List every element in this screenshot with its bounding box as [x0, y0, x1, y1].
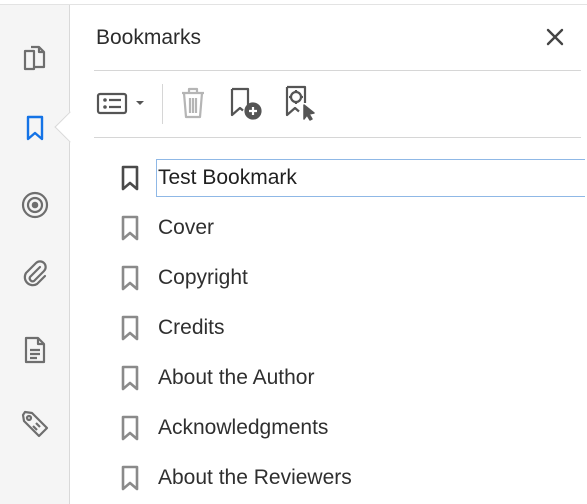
- close-button[interactable]: [540, 24, 570, 54]
- bookmark-label: About the Reviewers: [158, 466, 352, 489]
- find-current-bookmark-icon: [281, 84, 321, 127]
- attachment-icon: [21, 259, 49, 289]
- bookmark-item[interactable]: About the Reviewers: [118, 458, 587, 498]
- bookmark-icon: [118, 163, 142, 193]
- bookmark-icon: [25, 114, 45, 142]
- options-menu-button[interactable]: [94, 86, 154, 124]
- delete-bookmark-button[interactable]: [174, 86, 212, 124]
- bookmark-icon: [118, 213, 142, 243]
- bookmark-item[interactable]: About the Author: [118, 358, 587, 398]
- bookmark-label: Cover: [158, 216, 215, 239]
- close-icon: [545, 27, 565, 52]
- header-divider: [94, 70, 581, 71]
- panel-title: Bookmarks: [96, 26, 202, 49]
- bookmark-item[interactable]: Cover: [118, 208, 587, 248]
- bookmarks-button[interactable]: [13, 106, 57, 150]
- top-divider: [0, 4, 587, 5]
- find-current-bookmark-button[interactable]: [280, 84, 322, 127]
- bookmarks-sidebar: Bookmarks Test Bookmark Cover Copyright …: [0, 0, 587, 504]
- bookmark-label: Credits: [158, 316, 225, 339]
- page-thumbnails-button[interactable]: [13, 36, 57, 80]
- destinations-button[interactable]: [13, 183, 57, 227]
- bookmark-label: Test Bookmark: [156, 159, 585, 197]
- bookmark-label: Copyright: [158, 266, 248, 289]
- attachments-button[interactable]: [13, 252, 57, 296]
- target-icon: [20, 190, 50, 220]
- tag-icon: [19, 408, 51, 440]
- bookmark-label: Acknowledgments: [158, 416, 329, 439]
- bookmark-icon: [118, 263, 142, 293]
- new-bookmark-icon: [227, 85, 267, 126]
- options-menu-icon: [96, 90, 152, 121]
- bookmark-icon: [118, 463, 142, 493]
- bookmark-item[interactable]: Copyright: [118, 258, 587, 298]
- trash-icon: [178, 86, 208, 125]
- toolbar-separator: [162, 84, 163, 124]
- bookmark-icon: [118, 413, 142, 443]
- new-bookmark-button[interactable]: [226, 86, 268, 124]
- toolbar-divider: [94, 137, 581, 138]
- bookmark-icon: [118, 313, 142, 343]
- bookmark-label: About the Author: [158, 366, 315, 389]
- document-properties-button[interactable]: [13, 328, 57, 372]
- document-icon: [23, 335, 47, 365]
- pages-icon: [22, 43, 48, 73]
- bookmark-item[interactable]: Acknowledgments: [118, 408, 587, 448]
- bookmark-item[interactable]: Test Bookmark: [118, 158, 587, 198]
- bookmark-icon: [118, 363, 142, 393]
- tags-button[interactable]: [13, 402, 57, 446]
- bookmark-item[interactable]: Credits: [118, 308, 587, 348]
